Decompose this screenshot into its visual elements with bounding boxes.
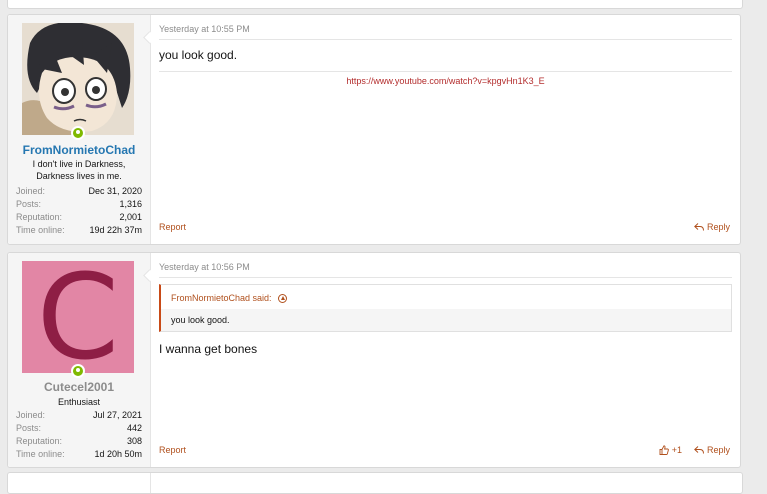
go-to-quote-icon[interactable] <box>277 293 287 303</box>
stat-time-online: Time online: 19d 22h 37m <box>16 225 142 235</box>
post-main: Yesterday at 10:55 PM you look good. htt… <box>159 15 732 244</box>
user-stats: Joined: Dec 31, 2020 Posts: 1,316 Reputa… <box>16 185 142 237</box>
avatar[interactable] <box>22 23 134 135</box>
stat-reputation: Reputation: 2,001 <box>16 212 142 222</box>
post-message: you look good. <box>159 48 238 62</box>
anime-avatar-image <box>22 23 134 135</box>
stat-joined: Joined: Dec 31, 2020 <box>16 186 142 196</box>
reply-icon <box>694 445 704 455</box>
reply-label: Reply <box>706 222 730 232</box>
post-date[interactable]: Yesterday at 10:56 PM <box>159 262 250 272</box>
quote-header[interactable]: FromNormietoChad said: <box>171 293 287 303</box>
post-date[interactable]: Yesterday at 10:55 PM <box>159 24 250 34</box>
user-stats: Joined: Jul 27, 2021 Posts: 442 Reputati… <box>16 409 142 461</box>
stat-joined: Joined: Jul 27, 2021 <box>16 410 142 420</box>
reply-button[interactable]: Reply <box>694 445 730 455</box>
post-main: Yesterday at 10:56 PM FromNormietoChad s… <box>159 253 732 467</box>
report-button[interactable]: Report <box>159 445 186 455</box>
divider <box>159 277 732 278</box>
like-button[interactable]: +1 <box>659 445 682 455</box>
report-button[interactable]: Report <box>159 222 186 232</box>
like-count: +1 <box>671 445 682 455</box>
stat-time-online: Time online: 1d 20h 50m <box>16 449 142 459</box>
quote-block: FromNormietoChad said: you look good. <box>159 284 732 332</box>
user-panel: C Cutecel2001 Enthusiast Joined: Jul 27,… <box>8 253 151 467</box>
online-indicator-icon <box>71 364 85 378</box>
thumbs-up-icon <box>659 445 669 455</box>
user-panel: FromNormietoChad I don't live in Darknes… <box>8 15 151 244</box>
quote-text: you look good. <box>161 309 731 331</box>
username[interactable]: Cutecel2001 <box>8 380 150 394</box>
stat-posts: Posts: 442 <box>16 423 142 433</box>
next-post-edge <box>7 472 743 494</box>
online-indicator-icon <box>71 126 85 140</box>
reply-icon <box>694 222 704 232</box>
reply-label: Reply <box>706 445 730 455</box>
post-actions: +1 Reply <box>659 445 730 455</box>
user-title: Enthusiast <box>57 397 101 407</box>
signature-link[interactable]: https://www.youtube.com/watch?v=kpgvHn1K… <box>159 76 732 86</box>
quote-author[interactable]: FromNormietoChad said: <box>171 293 272 303</box>
previous-post-edge <box>7 0 743 9</box>
avatar[interactable]: C <box>22 261 134 373</box>
username[interactable]: FromNormietoChad <box>8 143 150 157</box>
post: C Cutecel2001 Enthusiast Joined: Jul 27,… <box>7 252 741 468</box>
stat-reputation: Reputation: 308 <box>16 436 142 446</box>
divider <box>159 39 732 40</box>
signature-divider <box>159 71 732 72</box>
reply-button[interactable]: Reply <box>694 222 730 232</box>
post-actions: Reply <box>694 222 730 232</box>
user-title: I don't live in Darkness, Darkness lives… <box>32 159 126 181</box>
post-message: I wanna get bones <box>159 342 258 356</box>
post: FromNormietoChad I don't live in Darknes… <box>7 14 741 245</box>
stat-posts: Posts: 1,316 <box>16 199 142 209</box>
